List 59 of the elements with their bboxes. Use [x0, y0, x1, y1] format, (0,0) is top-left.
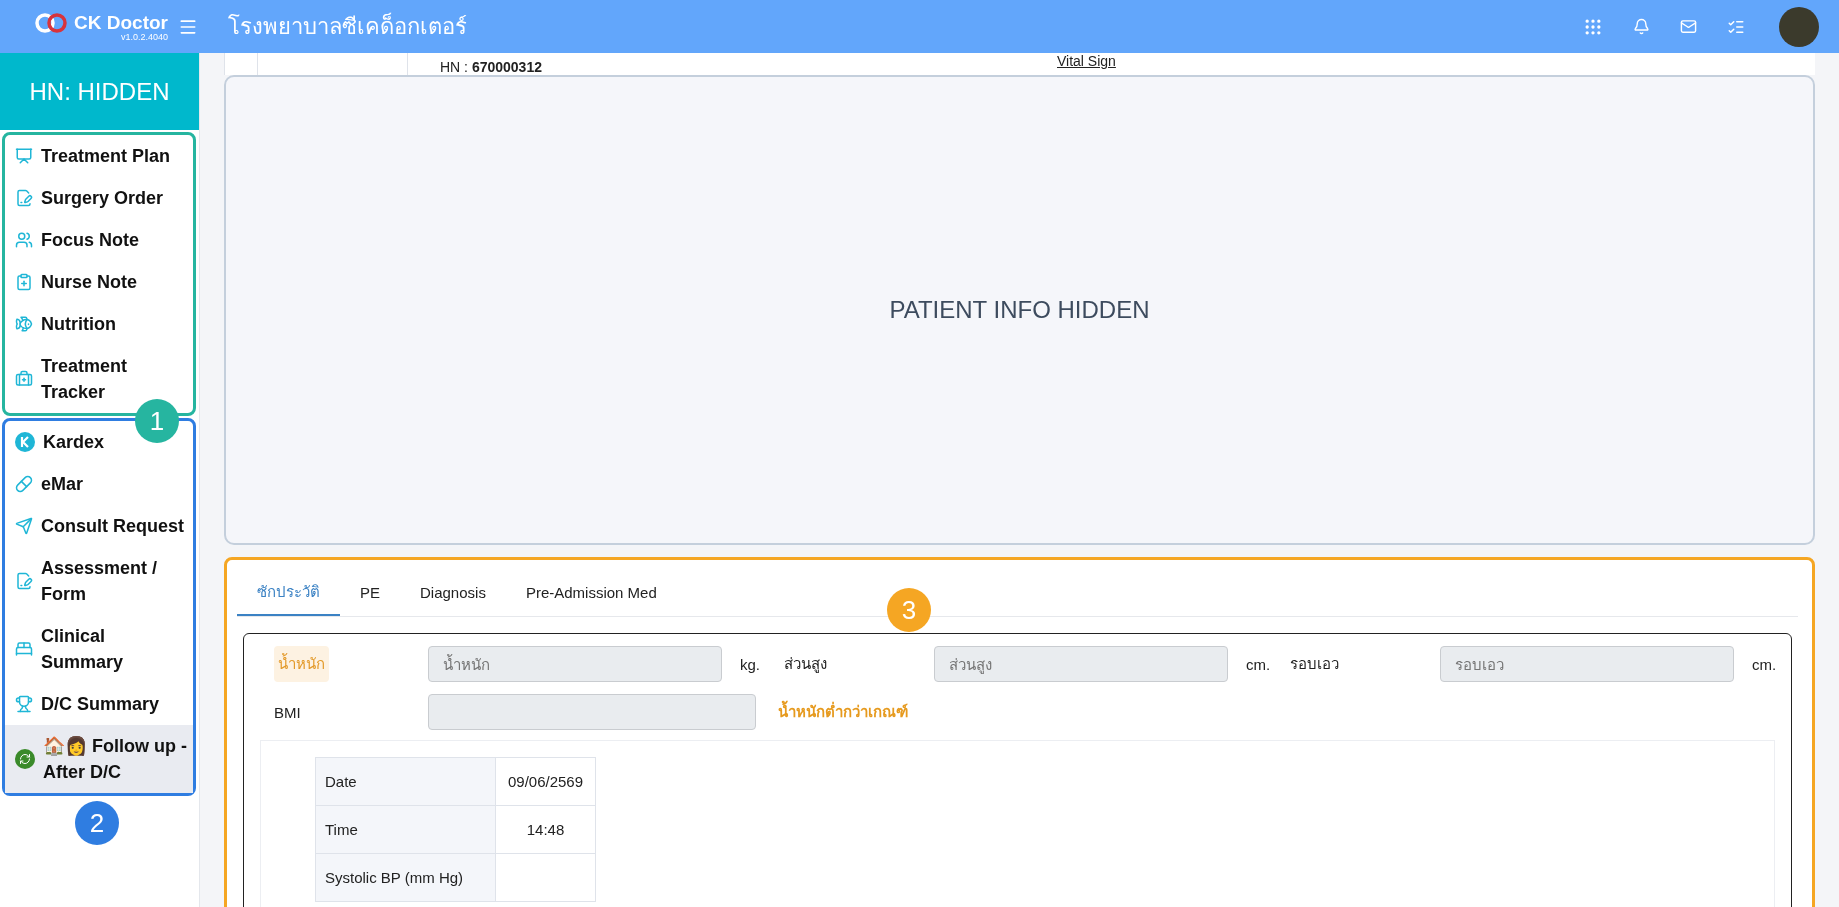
logo-icon	[34, 12, 69, 33]
document-pen-icon	[15, 572, 33, 590]
k-circle-icon	[15, 432, 35, 452]
sidebar-item[interactable]: Clinical Summary	[5, 615, 193, 683]
people-icon	[15, 231, 33, 249]
sidebar-item[interactable]: eMar	[5, 463, 193, 505]
trophy-icon	[15, 695, 33, 713]
hn-text: HN : 670000312	[440, 59, 542, 75]
sidebar-item[interactable]: Nurse Note	[5, 261, 193, 303]
sidebar-item[interactable]: Assessment / Form	[5, 547, 193, 615]
sidebar-item[interactable]: Nutrition	[5, 303, 193, 345]
input-field[interactable]	[428, 694, 756, 730]
unit-label: kg.	[739, 655, 761, 673]
hospital-name: โรงพยาบาลซีเคด็อกเตอร์	[228, 11, 467, 41]
table-cell: Time	[315, 805, 496, 854]
pill-icon	[15, 475, 33, 493]
avatar[interactable]	[1779, 6, 1819, 47]
fish-icon	[15, 315, 33, 333]
sidebar-item[interactable]: Surgery Order	[5, 177, 193, 219]
hn-banner: HN: HIDDEN	[0, 53, 199, 130]
clipboard-plus-icon	[15, 273, 33, 291]
refresh-circle-icon	[15, 749, 35, 769]
tab[interactable]: PE	[340, 572, 400, 616]
annotation-badge: 3	[887, 588, 931, 632]
sidebar-item[interactable]: Consult Request	[5, 505, 193, 547]
field-label: น้ำหนัก	[274, 646, 329, 682]
tab[interactable]: Diagnosis	[400, 572, 506, 616]
unit-label: cm.	[1751, 655, 1778, 673]
overlay-text: PATIENT INFO HIDDEN	[889, 296, 1150, 324]
tab[interactable]: Pre-Admission Med	[505, 572, 677, 616]
tab[interactable]: ซักประวัติ	[237, 572, 340, 616]
bell-icon[interactable]	[1633, 18, 1650, 35]
bed-icon	[15, 640, 33, 658]
table-cell: 14:48	[495, 805, 596, 854]
field-label: ส่วนสูง	[783, 654, 828, 675]
mail-icon[interactable]	[1680, 18, 1697, 35]
table-cell: Systolic BP (mm Hg)	[315, 853, 496, 902]
document-pen-icon	[15, 189, 33, 207]
paper-plane-icon	[15, 517, 33, 535]
input-field[interactable]: ส่วนสูง	[934, 646, 1228, 682]
sidebar-item[interactable]: 🏠👩 Follow up - After D/C	[5, 725, 193, 793]
field-label: BMI	[274, 703, 302, 721]
vital-sign-link[interactable]: Vital Sign	[1057, 53, 1116, 75]
warning-text: น้ำหนักต่ำกว่าเกณฑ์	[778, 700, 908, 724]
presentation-icon	[15, 147, 33, 165]
table-cell: Date	[315, 757, 496, 806]
field-label: รอบเอว	[1289, 654, 1340, 674]
app-name: CK Doctor	[74, 11, 168, 34]
sidebar-item[interactable]: Focus Note	[5, 219, 193, 261]
sidebar-item[interactable]: D/C Summary	[5, 683, 193, 725]
annotation-badge: 2	[75, 801, 119, 845]
version-text: v1.0.2.4040	[120, 31, 168, 42]
input-field[interactable]: รอบเอว	[1440, 646, 1734, 682]
annotation-badge: 1	[135, 399, 179, 443]
table-cell: 09/06/2569	[495, 757, 596, 806]
unit-label: cm.	[1245, 655, 1272, 673]
medical-bag-icon	[15, 370, 33, 388]
input-field[interactable]: น้ำหนัก	[428, 646, 722, 682]
sidebar-item[interactable]: Treatment Plan	[5, 135, 193, 177]
